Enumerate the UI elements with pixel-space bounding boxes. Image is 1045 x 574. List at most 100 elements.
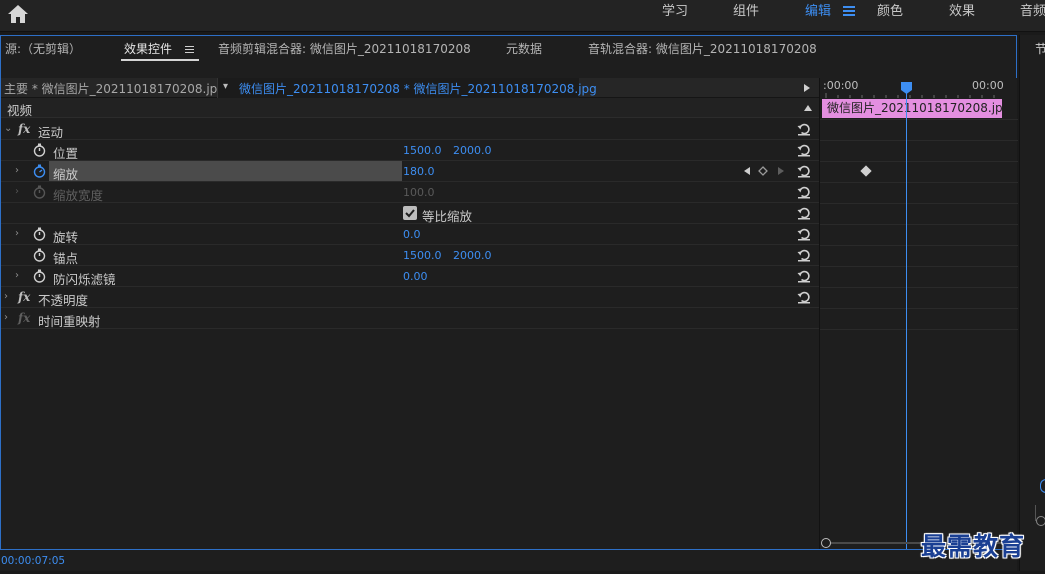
reset-icon[interactable] — [797, 185, 811, 199]
property-row-scale-width: › 缩放宽度 100.0 — [1, 182, 819, 203]
chevron-right-icon[interactable]: › — [15, 165, 19, 176]
timeline-row-divider — [820, 203, 1018, 204]
tab-metadata[interactable]: 元数据 — [506, 40, 542, 58]
reset-icon[interactable] — [797, 269, 811, 283]
timeline-row-divider — [820, 245, 1018, 246]
scale-value[interactable]: 180.0 — [403, 165, 435, 178]
effect-timeline[interactable]: :00:00 00:00 微信图片_20211018170208.jpg — [819, 78, 1018, 570]
sequence-clip-label: 微信图片_20211018170208 * 微信图片_2021101817020… — [239, 82, 597, 96]
anchor-x-value[interactable]: 1500.0 — [403, 249, 442, 262]
scale-label: 缩放 — [53, 167, 79, 182]
timeline-row-divider — [820, 161, 1018, 162]
watermark-logo: 最需教育 — [921, 532, 1026, 561]
workspace-bar: 学习 组件 编辑 颜色 效果 音频 — [0, 0, 1045, 32]
stopwatch-active-icon[interactable] — [33, 164, 46, 178]
stopwatch-icon[interactable] — [33, 143, 46, 157]
reset-icon[interactable] — [797, 206, 811, 220]
workspace-tab-learn[interactable]: 学习 — [662, 2, 688, 22]
add-keyframe-icon[interactable] — [758, 166, 768, 176]
sequence-clip-selector[interactable]: ▾ 微信图片_20211018170208 * 微信图片_20211018170… — [217, 78, 597, 98]
workspace-menu-icon[interactable] — [843, 6, 855, 18]
rotation-label: 旋转 — [53, 230, 79, 245]
video-section-label: 视频 — [7, 103, 33, 118]
next-keyframe-icon[interactable] — [778, 167, 784, 175]
motion-label: 运动 — [38, 125, 64, 140]
workspace-tab-audio[interactable]: 音频 — [1020, 2, 1045, 22]
scroll-up-icon[interactable] — [804, 105, 812, 111]
tab-effect-controls[interactable]: 效果控件 — [124, 40, 172, 58]
fx-icon[interactable]: fx — [18, 290, 30, 304]
chevron-right-icon[interactable]: › — [4, 291, 8, 302]
stopwatch-icon[interactable] — [33, 248, 46, 262]
timeline-toggle-icon[interactable] — [804, 84, 810, 92]
workspace-tab-effects[interactable]: 效果 — [949, 2, 975, 22]
right-panel-scroll-knob[interactable] — [1036, 516, 1045, 526]
reset-icon[interactable] — [797, 143, 811, 157]
anchor-y-value[interactable]: 2000.0 — [453, 249, 492, 262]
tab-source[interactable]: 源:（无剪辑） — [5, 40, 81, 58]
reset-icon[interactable] — [797, 122, 811, 136]
tab-audio-clip-mixer[interactable]: 音频剪辑混合器: 微信图片_20211018170208 — [218, 40, 471, 58]
right-panel: 节 — [1019, 35, 1045, 571]
antiflicker-value[interactable]: 0.00 — [403, 270, 428, 283]
playhead-handle[interactable] — [901, 82, 912, 94]
workspace-tab-color[interactable]: 颜色 — [877, 2, 903, 22]
stopwatch-icon[interactable] — [33, 269, 46, 283]
timeline-row-divider — [820, 182, 1018, 183]
fx-icon[interactable]: fx — [18, 122, 30, 136]
position-y-value[interactable]: 2000.0 — [453, 144, 492, 157]
workspace-tab-editing[interactable]: 编辑 — [805, 2, 831, 22]
timeline-start-time: :00:00 — [823, 79, 859, 92]
home-icon[interactable] — [7, 4, 29, 24]
effect-row-time-remapping[interactable]: › fx 时间重映射 — [1, 308, 819, 329]
stopwatch-icon — [33, 185, 46, 199]
tab-menu-icon[interactable] — [185, 46, 194, 55]
timeline-ruler[interactable] — [820, 93, 1018, 98]
video-section-header: 视频 — [1, 98, 819, 118]
uniform-scale-label[interactable]: 等比缩放 — [422, 206, 472, 225]
uniform-scale-checkbox[interactable] — [403, 206, 417, 220]
reset-icon[interactable] — [797, 290, 811, 304]
prev-keyframe-icon[interactable] — [744, 167, 750, 175]
timeline-row-divider — [820, 308, 1018, 309]
tab-audio-track-mixer[interactable]: 音轨混合器: 微信图片_20211018170208 — [588, 40, 817, 58]
scale-width-label: 缩放宽度 — [53, 188, 104, 203]
timeline-row-divider — [820, 266, 1018, 267]
current-timecode[interactable]: 00:00:07:05 — [1, 555, 65, 567]
effect-row-opacity[interactable]: › fx 不透明度 — [1, 287, 819, 308]
keyframe-marker[interactable] — [860, 165, 872, 177]
clip-header: 主要 * 微信图片_20211018170208.jpg ▾ 微信图片_2021… — [1, 78, 819, 98]
time-remapping-label: 时间重映射 — [38, 314, 101, 329]
chevron-down-icon: ▾ — [223, 81, 229, 92]
reset-icon[interactable] — [797, 248, 811, 262]
fx-icon: fx — [18, 311, 31, 325]
status-bar: 00:00:07:05 — [0, 549, 1017, 571]
reset-icon[interactable] — [797, 227, 811, 241]
scrollbar-knob[interactable] — [821, 538, 831, 548]
position-x-value[interactable]: 1500.0 — [403, 144, 442, 157]
opacity-label: 不透明度 — [38, 293, 89, 308]
timeline-row-divider — [820, 224, 1018, 225]
playhead-line — [906, 90, 907, 570]
chevron-right-icon[interactable]: › — [15, 270, 19, 281]
keyframe-navigator — [744, 166, 784, 176]
timeline-row-divider — [820, 329, 1018, 330]
property-row-rotation: › 旋转 0.0 — [1, 224, 819, 245]
effect-row-motion[interactable]: ⌄ fx 运动 — [1, 119, 819, 140]
stopwatch-icon[interactable] — [33, 227, 46, 241]
scale-width-value: 100.0 — [403, 186, 435, 199]
timeline-row-divider — [820, 140, 1018, 141]
rotation-value[interactable]: 0.0 — [403, 228, 421, 241]
right-panel-knob[interactable] — [1040, 479, 1045, 493]
chevron-down-icon[interactable]: ⌄ — [4, 123, 12, 134]
master-clip-label[interactable]: 主要 * 微信图片_20211018170208.jpg — [4, 80, 225, 97]
effect-controls-panel: 源:（无剪辑） 效果控件 音频剪辑混合器: 微信图片_2021101817020… — [0, 35, 1018, 571]
property-row-scale[interactable]: › 缩放 180.0 — [1, 161, 819, 182]
timeline-clip[interactable]: 微信图片_20211018170208.jpg — [822, 99, 1002, 118]
reset-icon[interactable] — [797, 164, 811, 178]
chevron-right-icon[interactable]: › — [4, 312, 8, 323]
chevron-right-icon: › — [15, 186, 19, 197]
right-panel-label[interactable]: 节 — [1035, 40, 1045, 57]
workspace-tab-assembly[interactable]: 组件 — [733, 2, 759, 22]
chevron-right-icon[interactable]: › — [15, 228, 19, 239]
